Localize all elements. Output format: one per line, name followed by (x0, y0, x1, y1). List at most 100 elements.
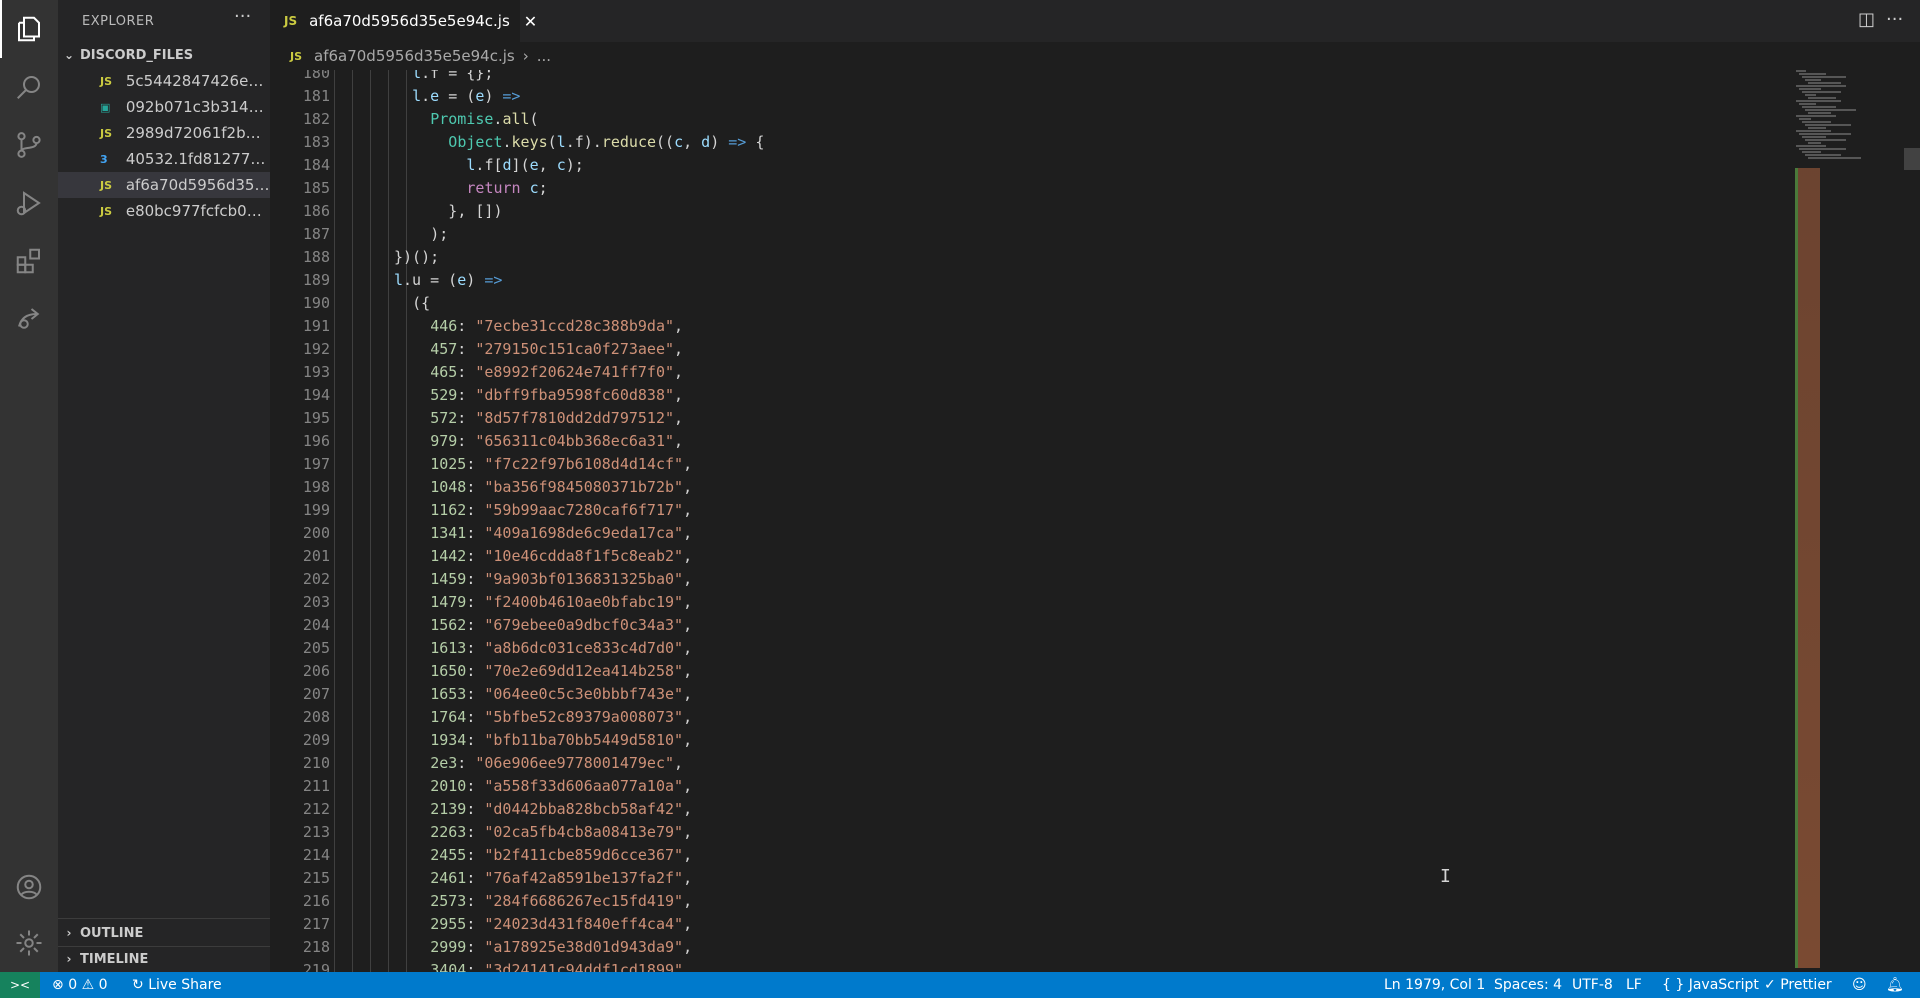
file-item[interactable]: 3 40532.1fd81277a8... (58, 146, 270, 172)
js-file-icon: JS (100, 204, 113, 218)
code-text: ({ (412, 294, 431, 312)
chevron-down-icon: ⌄ (63, 48, 75, 62)
line-number: 193 (302, 363, 330, 381)
explorer-icon[interactable] (0, 0, 58, 58)
split-editor-icon[interactable]: ◫ (1858, 9, 1875, 30)
account-icon[interactable] (0, 858, 58, 916)
line-number: 187 (302, 225, 330, 243)
line-number: 198 (302, 478, 330, 496)
source-control-icon[interactable] (0, 116, 58, 174)
text-cursor-icon: I (1440, 866, 1451, 887)
line-number: 195 (302, 409, 330, 427)
outline-header[interactable]: › OUTLINE (58, 920, 270, 946)
code-text: 1025: "f7c22f97b6108d4d14cf", (430, 455, 693, 473)
error-count: 0 (68, 977, 78, 993)
code-line: 185 return c; (270, 177, 1775, 200)
search-icon[interactable] (0, 58, 58, 116)
minimap-line (1796, 145, 1826, 147)
language-label: JavaScript (1688, 977, 1759, 993)
more-actions-icon[interactable]: ··· (1886, 9, 1903, 30)
tab-active-file[interactable]: JS af6a70d5956d35e5e94c.js ✕ (270, 0, 537, 42)
encoding[interactable]: UTF-8 (1572, 972, 1613, 998)
indentation[interactable]: Spaces: 4 (1494, 972, 1562, 998)
code-line: 199 1162: "59b99aac7280caf6f717", (270, 499, 1775, 522)
file-item[interactable]: JS 5c5442847426e3d... (58, 68, 270, 94)
code-line: 196 979: "656311c04bb368ec6a31", (270, 430, 1775, 453)
outline-label: OUTLINE (80, 925, 144, 941)
code-line: 197 1025: "f7c22f97b6108d4d14cf", (270, 453, 1775, 476)
code-text: 1613: "a8b6dc031ce833c4d7d0", (430, 639, 693, 657)
minimap-line (1802, 76, 1846, 78)
file-name: e80bc977fcfcb0991... (125, 202, 270, 220)
code-line: 219 3404: "3d24141c94ddf1cd1899", (270, 959, 1775, 972)
minimap-line (1802, 121, 1831, 123)
file-item[interactable]: ▣ 092b071c3b3141a... (58, 94, 270, 120)
problems-indicator[interactable]: ⊗ 0 ⚠ 0 (52, 972, 108, 998)
feedback-icon[interactable]: ☺ (1852, 972, 1867, 998)
code-line: 205 1613: "a8b6dc031ce833c4d7d0", (270, 637, 1775, 660)
prettier-status[interactable]: ✓ Prettier (1764, 972, 1832, 998)
line-number: 189 (302, 271, 330, 289)
bell-icon[interactable]: 🔔︎ (1886, 972, 1904, 998)
code-line: 213 2263: "02ca5fb4cb8a08413e79", (270, 821, 1775, 844)
timeline-header[interactable]: › TIMELINE (58, 946, 270, 972)
language-mode[interactable]: { } JavaScript (1662, 972, 1759, 998)
end-of-line[interactable]: LF (1626, 972, 1642, 998)
code-text: l.f = {}; (412, 70, 494, 82)
code-text: 529: "dbff9fba9598fc60d838", (430, 386, 684, 404)
settings-gear-icon[interactable] (0, 914, 58, 972)
line-number: 196 (302, 432, 330, 450)
line-number: 185 (302, 179, 330, 197)
scrollbar-thumb[interactable] (1904, 148, 1920, 170)
timeline-label: TIMELINE (80, 951, 149, 967)
code-text: 1653: "064ee0c5c3e0bbbf743e", (430, 685, 693, 703)
code-text: 2573: "284f6686267ec15fd419", (430, 892, 693, 910)
live-share-icon[interactable] (0, 290, 58, 348)
more-actions-icon[interactable]: ··· (234, 6, 251, 27)
divider (58, 918, 270, 919)
minimap-line (1799, 103, 1816, 105)
cursor-position[interactable]: Ln 1979, Col 1 (1384, 972, 1485, 998)
minimap-line (1805, 154, 1841, 156)
minimap-line (1802, 106, 1836, 108)
breadcrumb-symbol[interactable]: ... (537, 47, 551, 65)
code-line: 188})(); (270, 246, 1775, 269)
minimap-line (1799, 88, 1821, 90)
live-share-button[interactable]: ↻ Live Share (132, 972, 222, 998)
remote-indicator[interactable]: >< (0, 972, 40, 998)
line-number: 219 (302, 961, 330, 972)
tab-bar: JS af6a70d5956d35e5e94c.js ✕ ◫ ··· (270, 0, 1920, 42)
run-debug-icon[interactable] (0, 174, 58, 232)
minimap-line (1799, 148, 1846, 150)
line-number: 208 (302, 708, 330, 726)
code-line: 208 1764: "5bfbe52c89379a008073", (270, 706, 1775, 729)
vertical-scrollbar[interactable] (1904, 70, 1920, 972)
minimap-line (1808, 142, 1821, 144)
file-item[interactable]: JS af6a70d5956d35e5... (58, 172, 270, 198)
line-number: 206 (302, 662, 330, 680)
minimap-line (1799, 118, 1811, 120)
code-line: 204 1562: "679ebee0a9dbcf0c34a3", (270, 614, 1775, 637)
code-text: 2461: "76af42a8591be137fa2f", (430, 869, 693, 887)
js-file-icon: JS (290, 49, 303, 63)
file-item[interactable]: JS 2989d72061f2b1b9... (58, 120, 270, 146)
code-text: 1341: "409a1698de6c9eda17ca", (430, 524, 693, 542)
file-item[interactable]: JS e80bc977fcfcb0991... (58, 198, 270, 224)
code-text: 2139: "d0442bba828bcb58af42", (430, 800, 693, 818)
close-icon[interactable]: ✕ (524, 12, 537, 31)
folder-name: DISCORD_FILES (80, 47, 194, 63)
extensions-icon[interactable] (0, 232, 58, 290)
folder-header[interactable]: ⌄ DISCORD_FILES (58, 42, 270, 68)
img-file-icon: ▣ (100, 100, 111, 114)
code-text: 3404: "3d24141c94ddf1cd1899", (430, 961, 693, 972)
code-line: 180 l.f = {}; (270, 70, 1775, 85)
code-text: 2263: "02ca5fb4cb8a08413e79", (430, 823, 693, 841)
code-line: 210 2e3: "06e906ee9778001479ec", (270, 752, 1775, 775)
code-line: 182 Promise.all( (270, 108, 1775, 131)
breadcrumb-file[interactable]: af6a70d5956d35e5e94c.js (314, 47, 515, 65)
code-line: 218 2999: "a178925e38d01d943da9", (270, 936, 1775, 959)
chevron-right-icon: › (66, 952, 72, 966)
line-number: 201 (302, 547, 330, 565)
code-editor[interactable]: 180 l.f = {}; 181 l.e = (e) => 182 Promise.al… (270, 70, 1775, 972)
minimap[interactable] (1792, 70, 1877, 972)
